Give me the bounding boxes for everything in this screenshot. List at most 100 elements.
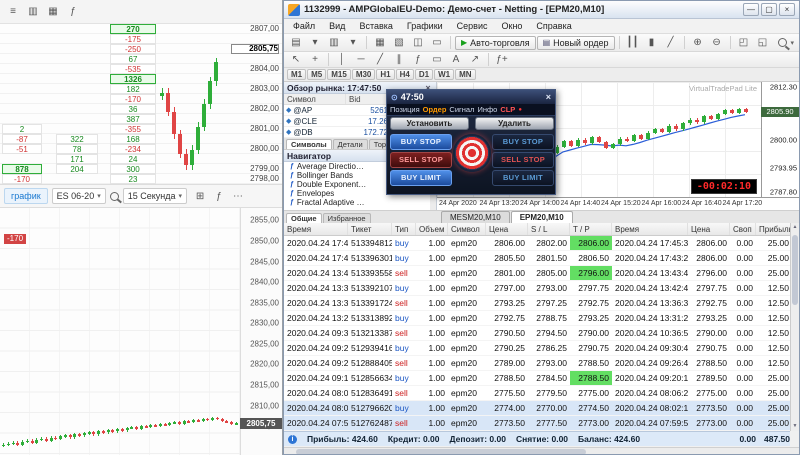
shapes-icon[interactable]: ▭ [428,52,446,68]
chart-mode-icon[interactable]: ▥ [24,4,42,20]
delete-orders-button[interactable]: Удалить [475,117,554,130]
history-row[interactable]: 2020.04.24 13:33:205133917245sell1.00epm… [284,296,790,311]
navigator-tab-1[interactable]: Избранное [323,213,371,223]
scroll-up-icon[interactable]: ▲ [791,223,799,232]
navigator-tab-0[interactable]: Общие [286,213,322,223]
zoom-in-icon[interactable]: ⊕ [689,35,707,51]
new-chart-icon[interactable]: ▤ [287,35,305,51]
terminal-column-3[interactable]: Объем [416,223,448,235]
timeframe-h1[interactable]: H1 [376,69,394,80]
market-watch-tab-0[interactable]: Символы [286,139,332,149]
navigator-icon[interactable]: ◫ [409,35,427,51]
navigator-item[interactable]: ƒFractal Adaptive Moving Average [284,198,436,207]
trendline-icon[interactable]: ╱ [371,52,389,68]
timeframe-select[interactable]: 15 Секунда ▾ [123,188,187,204]
chart-tab[interactable]: график [4,188,48,204]
ea-tab-2[interactable]: Сигнал [449,105,474,114]
market-watch-icon[interactable]: ▦ [371,35,389,51]
menu-item-1[interactable]: Вид [322,19,352,34]
ea-tab-3[interactable]: Инфо [477,105,497,114]
profiles-icon[interactable]: ▥ [325,35,343,51]
close-icon[interactable]: × [546,92,551,102]
menu-item-4[interactable]: Сервис [450,19,495,34]
history-row[interactable]: 2020.04.24 09:28:035129394166buy1.00epm2… [284,341,790,356]
history-row[interactable]: 2020.04.24 13:28:465133138920buy1.00epm2… [284,311,790,326]
delete-buy-stop-button[interactable]: BUY STOP [492,134,554,150]
mw-column-0[interactable]: Символ [284,94,346,104]
sell-stop-button[interactable]: SELL STOP [390,152,452,168]
fibonacci-icon[interactable]: ƒ [409,52,427,68]
horizontal-line-icon[interactable]: ─ [352,52,370,68]
line-chart-icon[interactable]: ╱ [662,35,680,51]
close-button[interactable]: × [779,3,795,16]
window-titlebar[interactable]: 1132999 - AMPGlobalEU-Demo: Демо-счет - … [284,1,799,19]
channel-icon[interactable]: ∥ [390,52,408,68]
timeframe-m5[interactable]: M5 [307,69,326,80]
search-icon[interactable] [778,38,787,47]
cursor-icon[interactable]: ↖ [287,52,305,68]
history-row[interactable]: 2020.04.24 09:22:175128884053sell1.00epm… [284,356,790,371]
grid-icon[interactable]: ⊞ [191,188,209,204]
timeframe-m15[interactable]: M15 [327,69,351,80]
history-row[interactable]: 2020.04.24 13:41:055133935584sell1.00epm… [284,266,790,281]
more-icon[interactable]: ⋯ [229,188,247,204]
terminal-column-4[interactable]: Символ [448,223,486,235]
terminal-column-6[interactable]: S / L [528,223,570,235]
timeframe-w1[interactable]: W1 [434,69,454,80]
history-row[interactable]: 2020.04.24 07:55:025127624871sell1.00epm… [284,416,790,431]
history-row[interactable]: 2020.04.24 09:35:125132133871sell1.00epm… [284,326,790,341]
price-chart-plot[interactable] [0,208,240,455]
terminal-column-2[interactable]: Тип [392,223,416,235]
tile-windows-icon[interactable]: ◰ [735,35,753,51]
arrow-icon[interactable]: ↗ [466,52,484,68]
ea-tab-0[interactable]: Позиция [390,105,420,114]
history-row[interactable]: 2020.04.24 17:40:125133963011buy1.00epm2… [284,251,790,266]
terminal-column-11[interactable]: Прибыль [756,223,792,235]
chart-tab-0[interactable]: MESM20,M10 [441,211,510,223]
timeframe-m1[interactable]: M1 [287,69,306,80]
auto-trading-button[interactable]: ▶ Авто-торговля [455,36,536,50]
instrument-select[interactable]: ES 06-20 ▾ [52,188,106,204]
market-watch-tab-1[interactable]: Детали [333,139,368,149]
timeframe-m30[interactable]: M30 [352,69,376,80]
scrollbar-thumb[interactable] [792,235,798,305]
menu-icon[interactable]: ≡ [4,4,22,20]
data-window-icon[interactable]: ▧ [390,35,408,51]
indicator-icon[interactable]: ƒ [64,4,82,20]
history-row[interactable]: 2020.04.24 13:38:545133921076buy1.00epm2… [284,281,790,296]
history-row[interactable]: 2020.04.24 08:04:315128364918sell1.00epm… [284,386,790,401]
terminal-column-9[interactable]: Цена [688,223,730,235]
menu-item-3[interactable]: Графики [400,19,450,34]
maximize-button[interactable]: ▢ [761,3,777,16]
zoom-out-icon[interactable]: ⊖ [708,35,726,51]
minimize-button[interactable]: — [743,3,759,16]
menu-item-2[interactable]: Вставка [352,19,399,34]
terminal-column-10[interactable]: Своп [730,223,756,235]
timeframe-h4[interactable]: H4 [396,69,414,80]
layout-grid-icon[interactable]: ▦ [44,4,62,20]
history-row[interactable]: 2020.04.24 08:00:555127966205buy1.00epm2… [284,401,790,416]
terminal-column-0[interactable]: Время [284,223,348,235]
ea-panel-titlebar[interactable]: ⊙ 47:50 × [387,90,555,104]
cascade-windows-icon[interactable]: ◱ [754,35,772,51]
terminal-scrollbar[interactable]: ▲ ▼ [790,223,799,431]
chevron-down-icon[interactable]: ▾ [790,39,794,47]
terminal-icon[interactable]: ▭ [428,35,446,51]
delete-buy-limit-button[interactable]: BUY LIMIT [492,170,554,186]
chevron-down-icon[interactable]: ▾ [344,35,362,51]
menu-item-0[interactable]: Файл [286,19,322,34]
functions-icon[interactable]: ƒ [210,188,228,204]
candles-chart-icon[interactable]: ▮ [643,35,661,51]
search-icon[interactable] [110,192,119,201]
terminal-column-1[interactable]: Тикет [348,223,392,235]
new-order-button[interactable]: ▤ Новый ордер [537,36,615,50]
terminal-column-8[interactable]: Время [612,223,688,235]
chevron-down-icon[interactable]: ▾ [306,35,324,51]
footprint-ladder[interactable]: 2702807,00-175-2502805,7567-5352804,0013… [0,24,282,184]
delete-sell-stop-button[interactable]: SELL STOP [492,152,554,168]
vertical-line-icon[interactable]: │ [333,52,351,68]
scrollbar-thumb[interactable] [296,449,586,455]
indicators-icon[interactable]: ƒ+ [493,52,511,68]
menu-item-6[interactable]: Справка [529,19,578,34]
horizontal-scrollbar[interactable] [284,447,799,455]
